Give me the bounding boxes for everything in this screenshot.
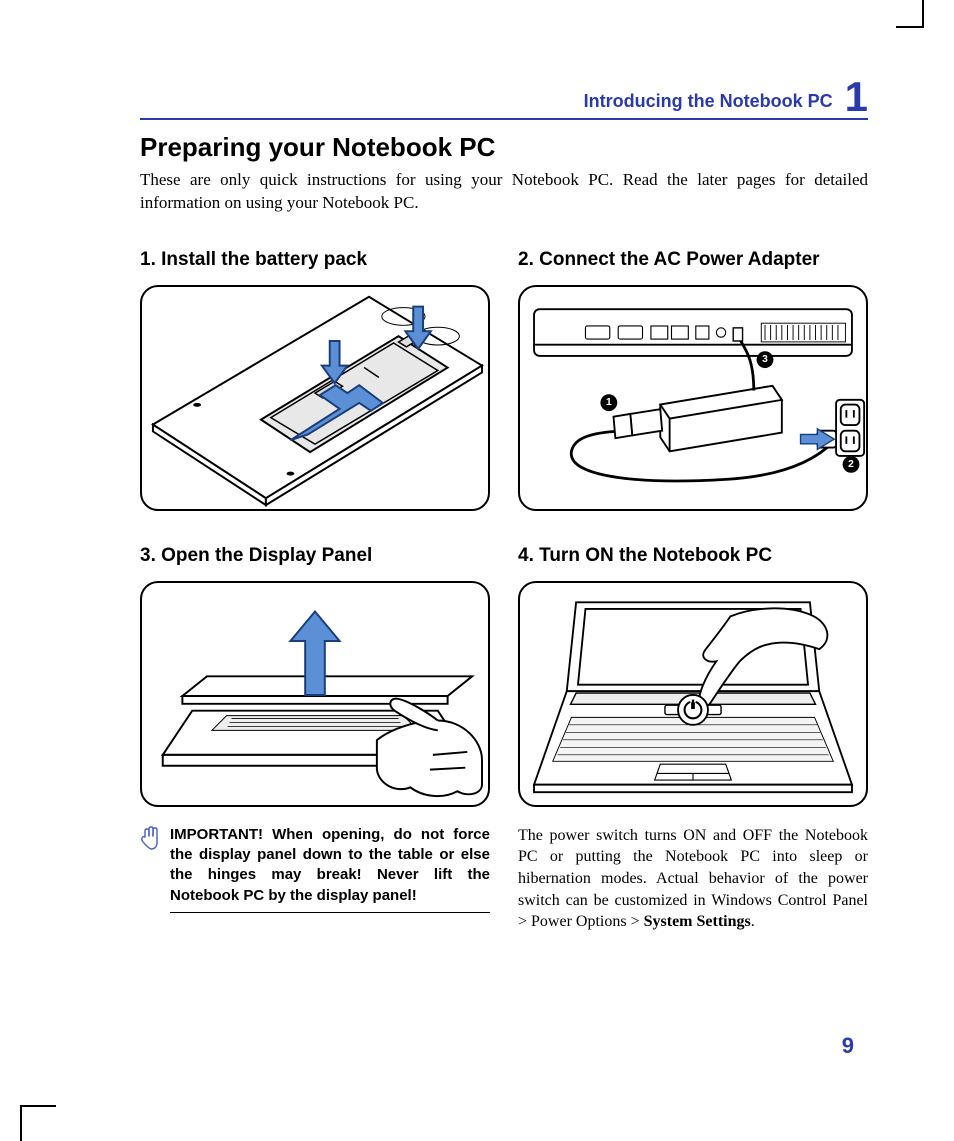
- crop-mark: [20, 1105, 56, 1107]
- steps-grid: 1. Install the battery pack: [140, 249, 868, 933]
- step-3: 3. Open the Display Panel: [140, 545, 490, 933]
- body-text-bold: System Settings: [644, 913, 751, 930]
- power-icon: [678, 695, 708, 725]
- step-heading: 2. Connect the AC Power Adapter: [518, 249, 868, 271]
- illustration-connect-ac: 3 1: [518, 285, 868, 511]
- hand-stop-icon: [140, 825, 162, 851]
- step-heading: 4. Turn ON the Notebook PC: [518, 545, 868, 567]
- intro-paragraph: These are only quick instructions for us…: [140, 169, 868, 215]
- callout-3: 3: [762, 354, 768, 365]
- page-title: Preparing your Notebook PC: [140, 132, 868, 163]
- step-heading: 1. Install the battery pack: [140, 249, 490, 271]
- note-text: IMPORTANT! When opening, do not force th…: [170, 825, 490, 913]
- step-2: 2. Connect the AC Power Adapter: [518, 249, 868, 511]
- illustration-install-battery: [140, 285, 490, 511]
- page-content: Introducing the Notebook PC 1 Preparing …: [140, 78, 868, 933]
- chapter-number: 1: [845, 76, 868, 118]
- callout-2: 2: [848, 459, 854, 470]
- body-text-post: .: [751, 913, 755, 930]
- step-4: 4. Turn ON the Notebook PC: [518, 545, 868, 933]
- important-note: IMPORTANT! When opening, do not force th…: [140, 825, 490, 913]
- step-heading: 3. Open the Display Panel: [140, 545, 490, 567]
- crop-mark: [20, 1105, 22, 1141]
- crop-mark: [896, 26, 924, 28]
- page-number: 9: [842, 1033, 854, 1059]
- step-1: 1. Install the battery pack: [140, 249, 490, 511]
- crop-mark: [922, 0, 924, 28]
- chapter-title: Introducing the Notebook PC: [584, 91, 833, 118]
- illustration-power-on: [518, 581, 868, 807]
- callout-1: 1: [606, 397, 612, 408]
- illustration-open-display: [140, 581, 490, 807]
- page-header: Introducing the Notebook PC 1: [140, 78, 868, 120]
- step-4-body: The power switch turns ON and OFF the No…: [518, 825, 868, 933]
